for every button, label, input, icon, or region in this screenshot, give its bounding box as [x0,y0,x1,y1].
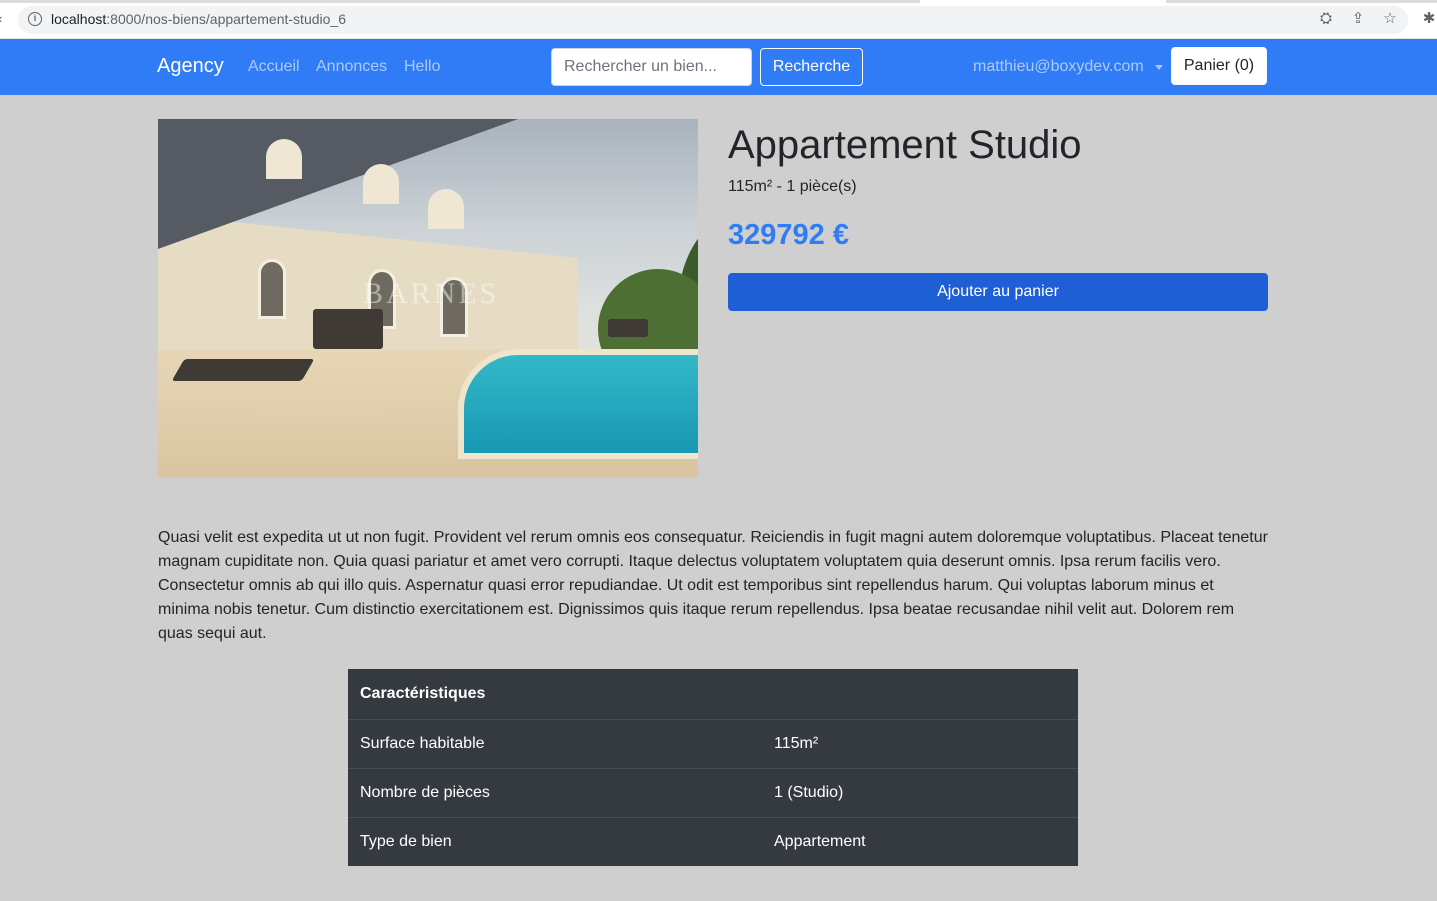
property-image: BARNES [158,119,698,477]
photo-dormer [363,164,399,204]
search-input[interactable] [551,48,752,86]
add-to-cart-button[interactable]: Ajouter au panier [728,273,1268,311]
browser-address-bar: ‹ i localhost:8000/nos-biens/appartement… [0,0,1437,39]
nav-link-annonces[interactable]: Annonces [316,58,387,76]
characteristic-value: 1 (Studio) [762,767,1078,817]
url-text[interactable]: localhost:8000/nos-biens/appartement-stu… [51,11,346,27]
characteristic-label: Surface habitable [348,718,762,768]
url-host: localhost [51,11,107,27]
photo-dormer [428,189,464,229]
property-subtitle: 115m² - 1 pièce(s) [728,178,857,195]
characteristic-value: Appartement [762,816,1078,866]
characteristics-table: Caractéristiques Surface habitable 115m²… [348,669,1078,866]
photo-dormer [266,139,302,179]
brand-link[interactable]: Agency [157,55,224,78]
url-path: :8000/nos-biens/appartement-studio_6 [106,11,346,27]
photo-roof [158,119,518,249]
characteristic-label: Type de bien [348,816,762,866]
star-icon[interactable]: ☆ [1381,10,1399,28]
property-description: Quasi velit est expedita ut ut non fugit… [158,529,1268,642]
photo-watermark: BARNES [363,277,500,310]
characteristic-value: 115m² [762,718,1078,768]
tab-strip [0,0,1437,3]
navbar: Agency Accueil Annonces Hello Recherche … [0,39,1437,95]
chevron-down-icon[interactable] [1155,65,1163,70]
extensions-icon[interactable]: ✱ [1420,10,1437,28]
search-button[interactable]: Recherche [760,48,863,86]
photo-lounger [171,359,315,381]
photo-lounger [608,319,648,337]
cart-button[interactable]: Panier (0) [1171,47,1267,85]
translate-icon[interactable]: ⛭ [1317,10,1335,28]
table-row: Surface habitable 115m² [348,718,1078,768]
table-header-row: Caractéristiques [348,669,1078,720]
property-price: 329792 € [728,219,849,251]
characteristics-header: Caractéristiques [348,669,1078,720]
photo-pool [458,349,698,459]
nav-link-hello[interactable]: Hello [404,58,440,76]
table-row: Nombre de pièces 1 (Studio) [348,767,1078,817]
table-row: Type de bien Appartement [348,816,1078,866]
nav-link-accueil[interactable]: Accueil [248,58,300,76]
photo-furniture [313,309,383,349]
info-icon[interactable]: i [28,12,42,26]
share-icon[interactable]: ⇪ [1349,10,1367,28]
photo-window [258,259,286,319]
characteristic-label: Nombre de pièces [348,767,762,817]
user-menu-toggle[interactable]: matthieu@boxydev.com [973,58,1144,76]
back-arrow-icon[interactable]: ‹ [0,11,2,26]
property-title: Appartement Studio [728,123,1082,167]
